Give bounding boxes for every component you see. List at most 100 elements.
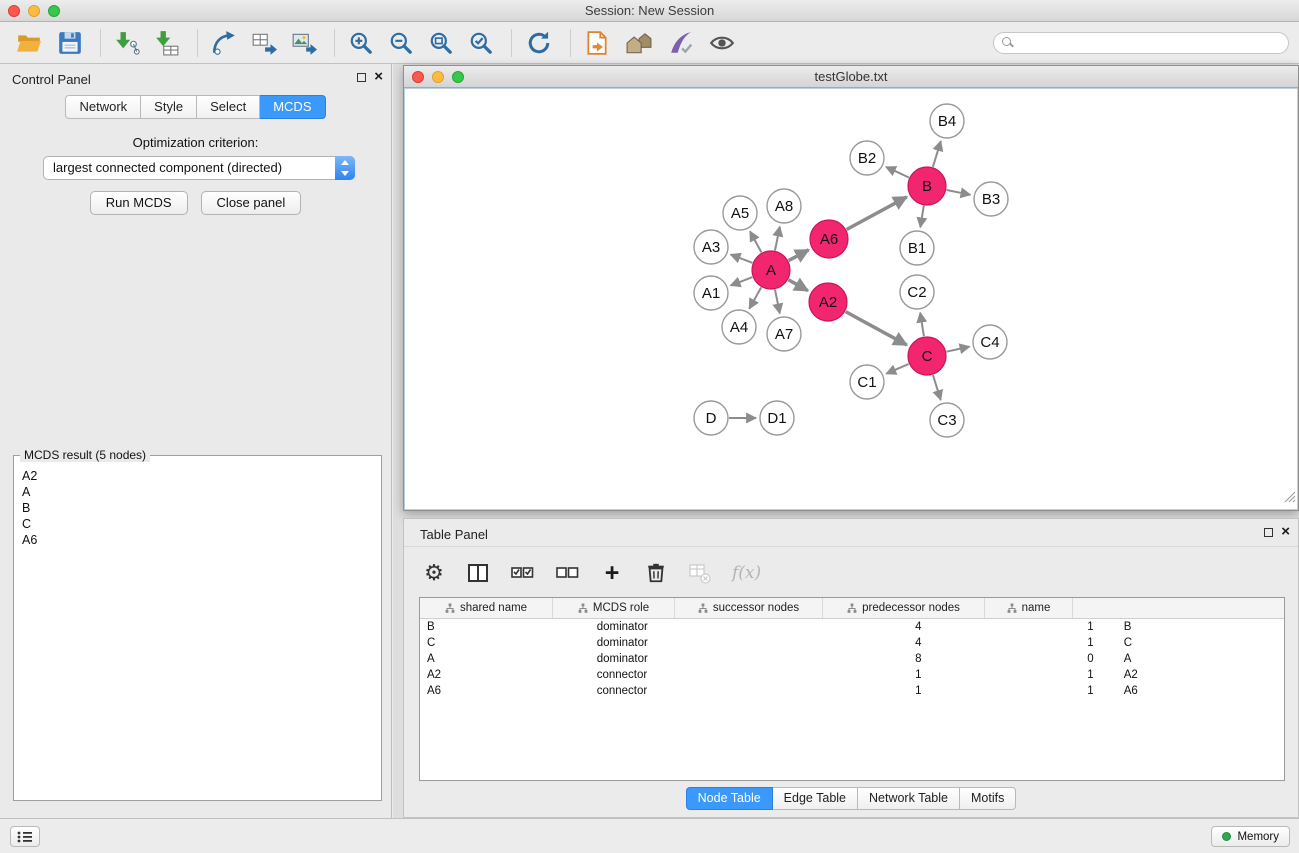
- zoom-fit-icon[interactable]: [427, 27, 455, 59]
- zoom-in-icon[interactable]: [347, 27, 375, 59]
- graph-node-A7[interactable]: A7: [767, 317, 801, 351]
- graph-node-D1[interactable]: D1: [760, 401, 794, 435]
- network-canvas[interactable]: B4B2BB3A8A5A6A3B1AA1C2A2A4A7C4CC1C3DD1: [404, 88, 1298, 510]
- refresh-view-icon[interactable]: [524, 27, 554, 59]
- float-table-panel-icon[interactable]: [1264, 528, 1273, 537]
- run-mcds-button[interactable]: Run MCDS: [90, 191, 188, 215]
- float-panel-icon[interactable]: [357, 73, 366, 82]
- graph-edge-A-A7[interactable]: [775, 290, 780, 314]
- graph-edge-A-A2[interactable]: [788, 280, 808, 291]
- delete-table-icon[interactable]: [688, 558, 712, 588]
- task-history-icon[interactable]: [10, 826, 40, 847]
- network-window-minimize-button[interactable]: [432, 71, 444, 83]
- graph-node-B4[interactable]: B4: [930, 104, 964, 138]
- network-window-titlebar[interactable]: testGlobe.txt: [404, 66, 1298, 88]
- import-network-icon[interactable]: [113, 27, 141, 59]
- control-tab-select[interactable]: Select: [197, 95, 260, 119]
- graph-edge-A-A6[interactable]: [789, 250, 809, 261]
- eye-icon[interactable]: [707, 27, 737, 59]
- graph-edge-B-B4[interactable]: [933, 141, 941, 167]
- control-tab-style[interactable]: Style: [141, 95, 197, 119]
- network-graph[interactable]: B4B2BB3A8A5A6A3B1AA1C2A2A4A7C4CC1C3DD1: [405, 89, 1297, 509]
- export-image-icon[interactable]: [290, 27, 318, 59]
- close-window-button[interactable]: [8, 5, 20, 17]
- mcds-result-item[interactable]: C: [22, 516, 373, 532]
- close-panel-icon[interactable]: ×: [374, 72, 383, 82]
- show-columns-icon[interactable]: [466, 558, 490, 588]
- table-tab-edge-table[interactable]: Edge Table: [773, 787, 858, 810]
- graph-node-B2[interactable]: B2: [850, 141, 884, 175]
- graph-node-A6[interactable]: A6: [810, 220, 848, 258]
- control-tab-mcds[interactable]: MCDS: [260, 95, 325, 119]
- graph-edge-A-A3[interactable]: [731, 255, 753, 263]
- graph-edge-C-C1[interactable]: [886, 364, 908, 374]
- table-row[interactable]: Cdominator41C: [420, 635, 1284, 651]
- table-tab-network-table[interactable]: Network Table: [858, 787, 960, 810]
- graph-node-A2[interactable]: A2: [809, 283, 847, 321]
- search-input[interactable]: [993, 32, 1289, 54]
- add-row-icon[interactable]: +: [600, 558, 624, 588]
- graph-edge-A-A5[interactable]: [750, 231, 761, 252]
- graph-node-C2[interactable]: C2: [900, 275, 934, 309]
- graph-edge-B-B3[interactable]: [947, 190, 971, 195]
- combo-stepper-icon[interactable]: [335, 156, 355, 180]
- network-view-window[interactable]: testGlobe.txt B4B2BB3A8A5A6A3B1AA1C2A2A4…: [403, 65, 1299, 511]
- graph-edge-C-C2[interactable]: [920, 313, 924, 337]
- export-network-icon[interactable]: [210, 27, 238, 59]
- zoom-selected-icon[interactable]: [467, 27, 495, 59]
- graph-edge-B-B2[interactable]: [886, 167, 909, 178]
- export-table-icon[interactable]: [250, 27, 278, 59]
- graph-node-C1[interactable]: C1: [850, 365, 884, 399]
- network-document-icon[interactable]: [583, 27, 611, 59]
- graph-node-C4[interactable]: C4: [973, 325, 1007, 359]
- graph-node-B3[interactable]: B3: [974, 182, 1008, 216]
- mcds-result-item[interactable]: A: [22, 484, 373, 500]
- graph-edge-A-A8[interactable]: [775, 227, 780, 251]
- graph-node-D[interactable]: D: [694, 401, 728, 435]
- zoom-window-button[interactable]: [48, 5, 60, 17]
- graph-node-C3[interactable]: C3: [930, 403, 964, 437]
- memory-button[interactable]: Memory: [1211, 826, 1290, 847]
- column-header-name[interactable]: name: [985, 598, 1073, 618]
- table-tab-node-table[interactable]: Node Table: [686, 787, 773, 810]
- table-settings-icon[interactable]: ⚙: [422, 558, 446, 588]
- column-header-successor-nodes[interactable]: successor nodes: [675, 598, 823, 618]
- open-file-icon[interactable]: [14, 27, 44, 59]
- save-session-icon[interactable]: [56, 27, 84, 59]
- close-panel-button[interactable]: Close panel: [201, 191, 302, 215]
- deselect-all-icon[interactable]: [555, 558, 580, 588]
- minimize-window-button[interactable]: [28, 5, 40, 17]
- graph-edge-A2-C[interactable]: [846, 312, 907, 345]
- graph-node-A3[interactable]: A3: [694, 230, 728, 264]
- network-window-close-button[interactable]: [412, 71, 424, 83]
- table-tab-motifs[interactable]: Motifs: [960, 787, 1016, 810]
- network-window-zoom-button[interactable]: [452, 71, 464, 83]
- import-table-icon[interactable]: [153, 27, 181, 59]
- select-all-icon[interactable]: [510, 558, 535, 588]
- graph-edge-B-B1[interactable]: [920, 206, 924, 228]
- table-row[interactable]: A6connector11A6: [420, 683, 1284, 699]
- node-table[interactable]: shared nameMCDS rolesuccessor nodesprede…: [419, 597, 1285, 781]
- graph-node-A1[interactable]: A1: [694, 276, 728, 310]
- graph-edge-C-C4[interactable]: [947, 347, 970, 352]
- mcds-result-item[interactable]: B: [22, 500, 373, 516]
- delete-row-icon[interactable]: [644, 558, 668, 588]
- zoom-out-icon[interactable]: [387, 27, 415, 59]
- mcds-result-item[interactable]: A2: [22, 468, 373, 484]
- window-titlebar[interactable]: Session: New Session: [0, 0, 1299, 22]
- function-builder-icon[interactable]: f(x): [732, 558, 761, 588]
- control-tab-network[interactable]: Network: [65, 95, 141, 119]
- column-header-predecessor-nodes[interactable]: predecessor nodes: [823, 598, 985, 618]
- optimization-criterion-select[interactable]: largest connected component (directed): [43, 156, 355, 180]
- graph-edge-A6-B[interactable]: [847, 197, 907, 230]
- graph-edge-C-C3[interactable]: [933, 375, 941, 400]
- column-header-MCDS-role[interactable]: MCDS role: [553, 598, 675, 618]
- graph-node-B1[interactable]: B1: [900, 231, 934, 265]
- graph-node-A4[interactable]: A4: [722, 310, 756, 344]
- resize-grip[interactable]: [1284, 490, 1296, 508]
- close-table-panel-icon[interactable]: ×: [1281, 527, 1290, 537]
- graph-node-C[interactable]: C: [908, 337, 946, 375]
- column-header-shared-name[interactable]: shared name: [420, 598, 553, 618]
- mcds-result-item[interactable]: A6: [22, 532, 373, 548]
- graph-node-B[interactable]: B: [908, 167, 946, 205]
